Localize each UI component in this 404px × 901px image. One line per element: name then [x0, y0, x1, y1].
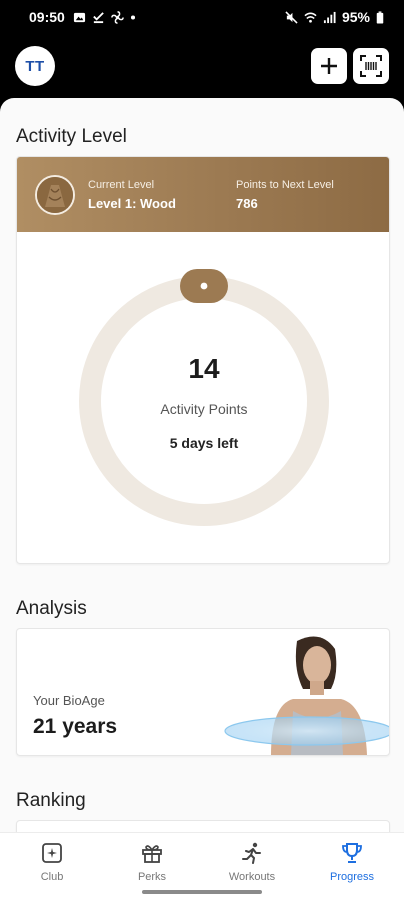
check-download-icon — [93, 11, 104, 23]
wifi-icon — [304, 12, 317, 23]
battery-percent: 95% — [341, 9, 370, 25]
next-level-label: Points to Next Level — [236, 179, 334, 191]
nav-progress-label: Progress — [329, 871, 375, 883]
mute-icon — [285, 10, 298, 24]
scan-button[interactable] — [353, 48, 389, 84]
analysis-title: Analysis — [16, 598, 87, 619]
activity-level-card[interactable]: Current Level Level 1: Wood Points to Ne… — [16, 156, 390, 564]
status-bar: 09:50 95% — [0, 0, 404, 34]
activity-points-value: 14 — [188, 353, 220, 384]
activity-level-title: Activity Level — [16, 126, 127, 147]
next-level-points: 786 — [236, 196, 258, 211]
current-level-value: Level 1: Wood — [88, 196, 176, 211]
gesture-bar[interactable] — [142, 890, 262, 894]
progress-content[interactable]: Activity Level Current Level Level 1: Wo… — [0, 98, 404, 832]
nav-club[interactable]: Club — [2, 839, 102, 887]
gift-icon — [142, 845, 162, 863]
add-button[interactable] — [311, 48, 347, 84]
nav-progress[interactable]: Progress — [302, 839, 402, 887]
bioage-label: Your BioAge — [33, 693, 105, 708]
avatar[interactable]: TT — [15, 46, 55, 86]
body-figure-image — [224, 636, 389, 755]
bioage-card[interactable]: Your BioAge 21 years — [16, 628, 390, 756]
club-icon — [42, 843, 62, 863]
activity-points-label: Activity Points — [160, 401, 248, 417]
nav-perks[interactable]: Perks — [102, 839, 202, 887]
ranking-card[interactable] — [16, 820, 390, 832]
bioage-value: 21 years — [33, 715, 118, 738]
signal-icon — [323, 11, 336, 23]
wood-level-badge-icon — [35, 175, 75, 215]
nav-perks-label: Perks — [137, 871, 167, 883]
nav-workouts[interactable]: Workouts — [202, 839, 302, 887]
runner-icon — [242, 842, 261, 864]
nav-workouts-label: Workouts — [228, 871, 276, 883]
nav-club-label: Club — [40, 871, 64, 883]
activity-ring: 14 Activity Points 5 days left — [73, 261, 335, 531]
clock-time: 09:50 — [29, 9, 65, 25]
ranking-title: Ranking — [16, 790, 86, 811]
photo-icon — [73, 12, 85, 22]
plus-icon — [321, 58, 337, 74]
scan-icon — [360, 55, 382, 77]
level-banner: Current Level Level 1: Wood Points to Ne… — [17, 157, 389, 232]
current-level-label: Current Level — [88, 179, 155, 191]
days-left-label: 5 days left — [169, 435, 239, 451]
battery-icon — [376, 10, 384, 24]
top-app-bar: TT — [0, 34, 404, 98]
dot-icon — [130, 14, 135, 20]
trophy-icon — [342, 843, 362, 863]
fan-icon — [110, 10, 124, 24]
